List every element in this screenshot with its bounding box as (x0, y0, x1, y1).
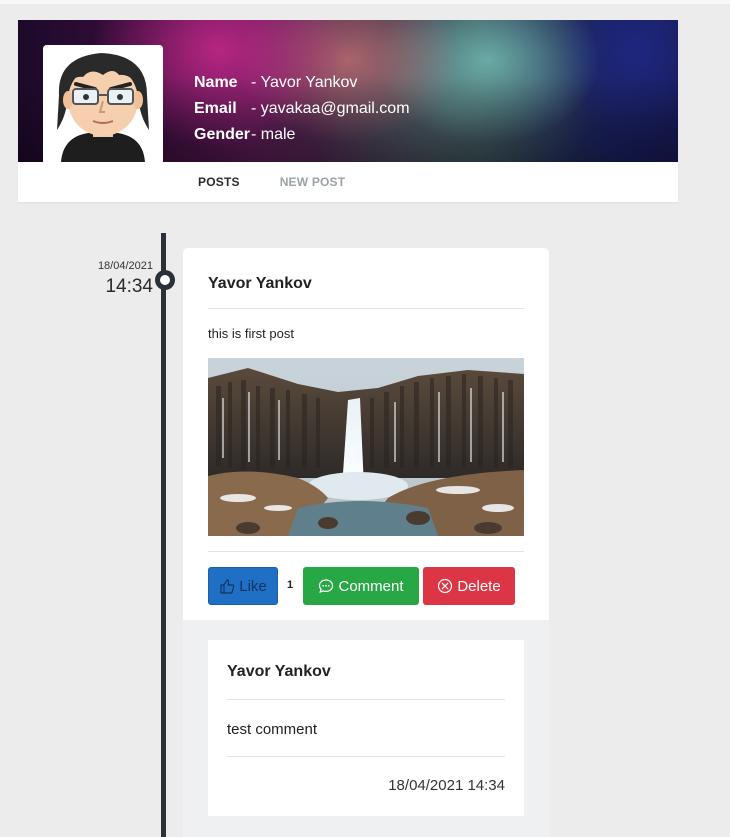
timeline-dot (155, 270, 175, 290)
avatar (43, 45, 163, 162)
x-circle-icon (438, 578, 453, 594)
divider (208, 308, 524, 309)
tab-posts[interactable]: POSTS (178, 175, 260, 189)
email-row: Email - yavakaa@gmail.com (194, 98, 410, 124)
post-text: this is first post (208, 326, 294, 341)
waterfall-photo (208, 358, 524, 536)
name-value: - Yavor Yankov (251, 74, 358, 91)
gender-value: - male (251, 126, 296, 143)
post-author: Yavor Yankov (208, 275, 312, 292)
divider (208, 551, 524, 552)
name-label: Name (194, 74, 238, 91)
profile-tabs: POSTS NEW POST (18, 162, 678, 202)
timeline-time: 14:34 (105, 276, 153, 297)
like-count: 1 (287, 579, 294, 591)
timeline-line (161, 233, 166, 837)
top-strip (0, 0, 730, 4)
delete-button[interactable]: Delete (423, 567, 515, 605)
gender-label: Gender (194, 126, 251, 143)
timeline-date: 18/04/2021 (97, 260, 153, 272)
comment-card: Yavor Yankov test comment 18/04/2021 14:… (208, 640, 524, 816)
email-value: - yavakaa@gmail.com (251, 100, 410, 117)
comment-text: test comment (227, 721, 318, 738)
chat-icon (319, 579, 334, 593)
divider (227, 699, 505, 700)
like-button[interactable]: Like (208, 567, 278, 605)
thumbs-up-icon (220, 579, 235, 594)
email-label: Email (194, 100, 237, 117)
profile-info: Name - Yavor Yankov Email - yavakaa@gmai… (194, 72, 410, 150)
post-card: Yavor Yankov this is first post Like 1 C… (183, 248, 549, 620)
comment-button[interactable]: Comment (303, 567, 419, 605)
comment-date: 18/04/2021 14:34 (388, 777, 505, 794)
profile-card: Name - Yavor Yankov Email - yavakaa@gmai… (18, 20, 678, 202)
comments-section: Yavor Yankov test comment 18/04/2021 14:… (183, 620, 549, 837)
comment-label: Comment (338, 577, 404, 595)
delete-label: Delete (457, 577, 501, 595)
name-row: Name - Yavor Yankov (194, 72, 410, 98)
avatar-icon (43, 45, 163, 162)
divider (227, 756, 505, 757)
tab-new-post[interactable]: NEW POST (260, 175, 366, 189)
like-label: Like (239, 577, 267, 595)
gender-row: Gender - male (194, 124, 410, 150)
post-image (208, 358, 524, 536)
comment-author: Yavor Yankov (227, 663, 331, 680)
